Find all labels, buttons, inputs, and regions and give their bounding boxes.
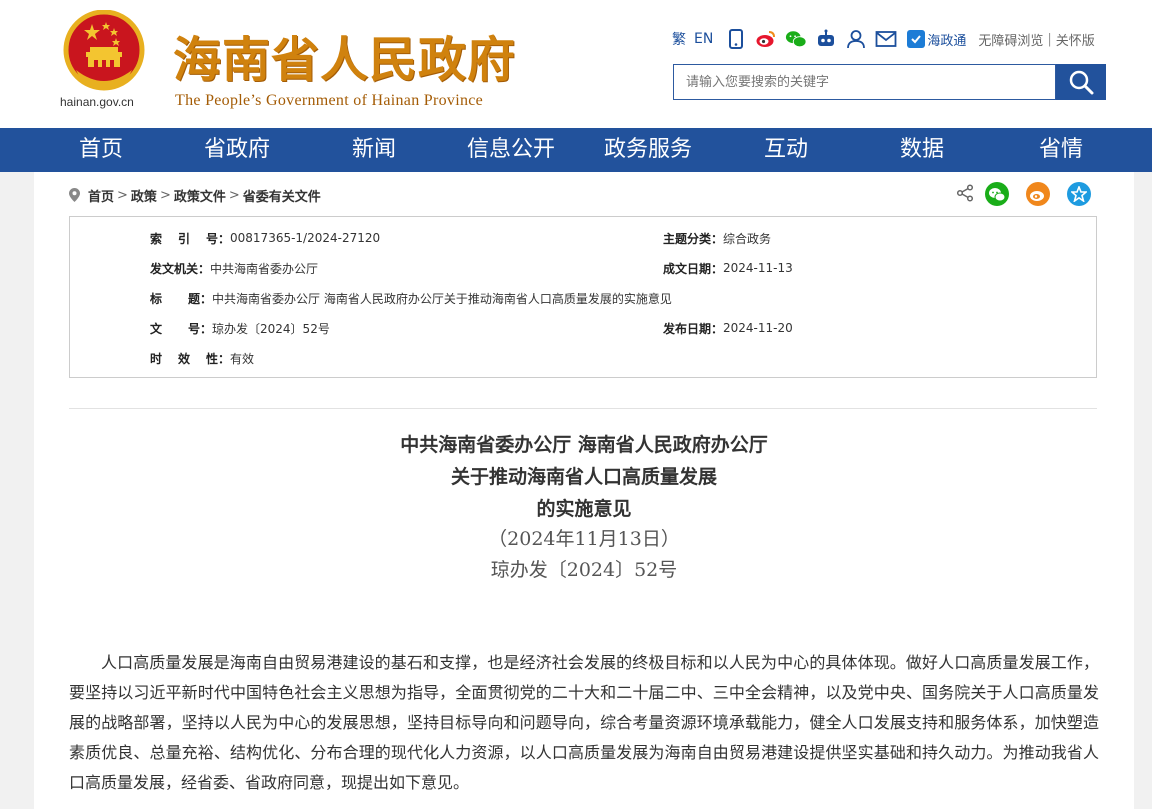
meta-publish-label: 发布日期：: [663, 321, 724, 336]
weibo-icon[interactable]: [755, 28, 777, 50]
english-link[interactable]: EN: [694, 31, 713, 47]
meta-validity-label: 时效性：: [150, 351, 231, 366]
search-input[interactable]: [673, 64, 1056, 100]
nav-item-services[interactable]: 政务服务: [604, 128, 692, 172]
content-divider: [69, 408, 1097, 409]
accessible-browsing-link[interactable]: 无障碍浏览: [978, 30, 1043, 49]
document-title-line1: 中共海南省委办公厅 海南省人民政府办公厅: [400, 434, 768, 456]
breadcrumb-separator: >: [117, 187, 128, 203]
meta-topic-label: 主题分类：: [663, 231, 724, 246]
article-container: 首页 > 政策 > 政策文件 > 省委有关文件 索引号： 00817365-1/…: [34, 172, 1134, 809]
nav-item-data[interactable]: 数据: [900, 128, 944, 172]
mobile-icon[interactable]: [725, 28, 747, 50]
meta-publish-value: 2024-11-20: [723, 321, 793, 335]
nav-item-info[interactable]: 信息公开: [467, 128, 555, 172]
document-metadata-table: 索引号： 00817365-1/2024-27120 主题分类： 综合政务 发文…: [69, 216, 1097, 378]
search-button[interactable]: [1056, 64, 1106, 100]
breadcrumb-separator: >: [159, 187, 171, 203]
hzt-logo-icon: [907, 30, 926, 48]
meta-index-value: 00817365-1/2024-27120: [230, 231, 381, 245]
nav-item-news[interactable]: 新闻: [352, 128, 396, 172]
meta-date-value: 2024-11-13: [723, 261, 793, 275]
meta-validity-value: 有效: [230, 351, 255, 366]
site-logo-title[interactable]: 海南省人民政府: [173, 20, 516, 90]
breadcrumb-separator: >: [228, 187, 240, 203]
meta-index-label: 索引号：: [150, 231, 231, 246]
user-icon[interactable]: [845, 28, 867, 50]
care-mode-link[interactable]: 关怀版: [1056, 30, 1095, 49]
meta-index-row: 索引号： 00817365-1/2024-27120: [150, 230, 380, 246]
favorite-star-icon[interactable]: [1067, 182, 1091, 206]
share-wechat-icon[interactable]: [985, 182, 1009, 206]
nav-item-government[interactable]: 省政府: [204, 128, 270, 172]
hzt-label: 海政通: [927, 33, 967, 49]
meta-issuer-value: 中共海南省委办公厅: [210, 261, 319, 276]
meta-docno-value: 琼办发〔2024〕52号: [212, 321, 330, 336]
location-pin-icon: [69, 188, 80, 202]
meta-title-label: 标题：: [150, 291, 213, 306]
nav-item-province[interactable]: 省情: [1039, 128, 1083, 172]
breadcrumb-home[interactable]: 首页: [88, 186, 114, 205]
site-logo-subtitle: The People’s Government of Hainan Provin…: [175, 92, 484, 109]
document-number: 琼办发〔2024〕52号: [490, 559, 678, 581]
document-paragraph: 人口高质量发展是海南自由贸易港建设的基石和支撑，也是经济社会发展的终极目标和以人…: [69, 653, 1099, 792]
document-date: （2024年11月13日）: [488, 528, 680, 550]
meta-docno-label: 文号：: [150, 321, 213, 336]
logo-domain-text: hainan.gov.cn: [60, 95, 134, 109]
traditional-chinese-link[interactable]: 繁: [672, 29, 686, 49]
meta-issuer-row: 发文机关： 中共海南省委办公厅: [150, 260, 318, 276]
meta-title-row: 标题： 中共海南省委办公厅 海南省人民政府办公厅关于推动海南省人口高质量发展的实…: [150, 290, 672, 306]
hzt-link[interactable]: 海政通: [907, 30, 966, 49]
share-icon[interactable]: [956, 184, 974, 202]
meta-topic-value: 综合政务: [723, 231, 772, 246]
meta-date-row: 成文日期： 2024-11-13: [663, 260, 793, 276]
site-header: hainan.gov.cn 海南省人民政府 The People’s Gover…: [0, 0, 1152, 128]
nav-item-interaction[interactable]: 互动: [764, 128, 808, 172]
meta-validity-row: 时效性： 有效: [150, 350, 254, 366]
meta-issuer-label: 发文机关：: [150, 261, 211, 276]
main-nav: 首页 省政府 新闻 信息公开 政务服务 互动 数据 省情: [0, 128, 1152, 172]
meta-docno-row: 文号： 琼办发〔2024〕52号: [150, 320, 330, 336]
share-weibo-icon[interactable]: [1026, 182, 1050, 206]
breadcrumb-party-docs[interactable]: 省委有关文件: [243, 186, 321, 205]
national-emblem-icon[interactable]: [62, 10, 146, 94]
wechat-icon[interactable]: [785, 28, 807, 50]
breadcrumb: 首页 > 政策 > 政策文件 > 省委有关文件: [69, 186, 321, 205]
meta-title-value: 中共海南省委办公厅 海南省人民政府办公厅关于推动海南省人口高质量发展的实施意见: [212, 291, 672, 306]
document-title-line3: 的实施意见: [536, 498, 632, 520]
header-toolbar: 繁 EN 海政通 无障碍浏览 | 关怀版: [672, 26, 1095, 52]
search-icon: [1069, 70, 1094, 95]
document-title-line2: 关于推动海南省人口高质量发展: [450, 466, 717, 488]
meta-topic-row: 主题分类： 综合政务: [663, 230, 771, 246]
nav-item-home[interactable]: 首页: [79, 128, 123, 172]
breadcrumb-policy-docs[interactable]: 政策文件: [174, 186, 226, 205]
breadcrumb-policy[interactable]: 政策: [131, 186, 157, 205]
meta-date-label: 成文日期：: [663, 261, 724, 276]
toolbar-separator: |: [1047, 31, 1052, 47]
mail-icon[interactable]: [875, 28, 897, 50]
meta-publish-row: 发布日期： 2024-11-20: [663, 320, 793, 336]
robot-icon[interactable]: [815, 28, 837, 50]
